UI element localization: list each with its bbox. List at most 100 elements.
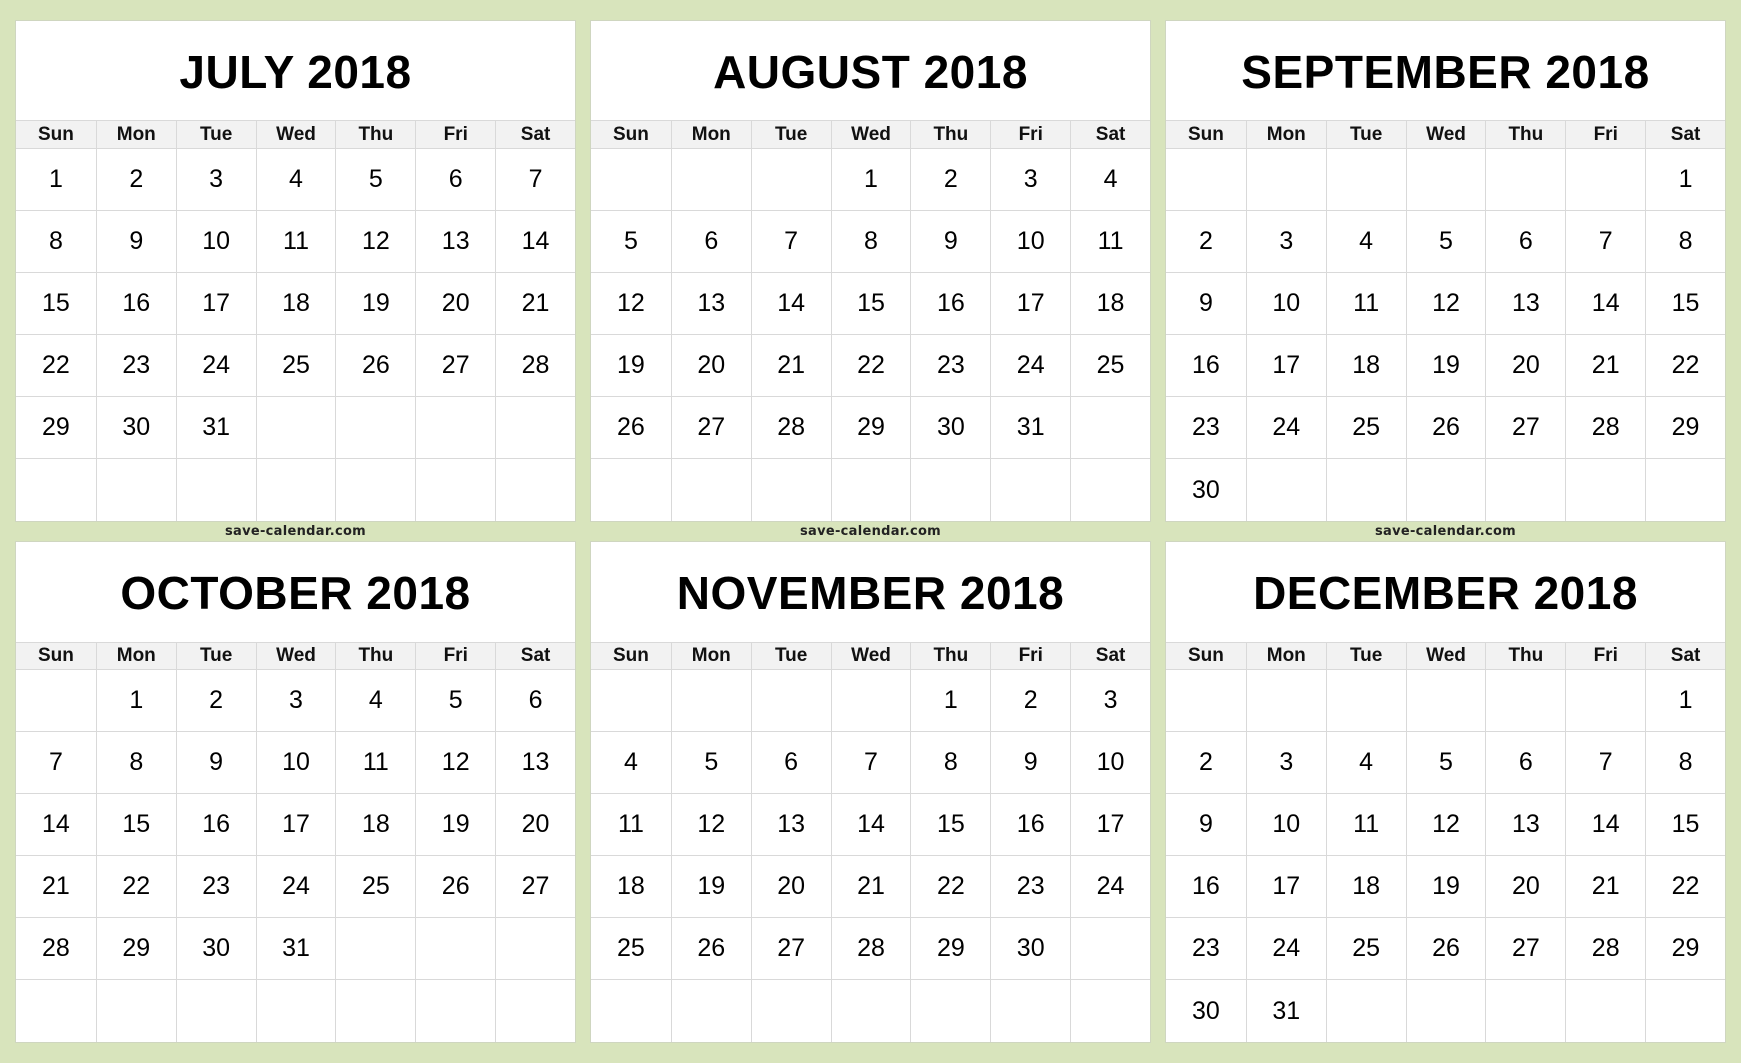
day-cell: 11 [1325,273,1406,335]
day-cell [1405,670,1486,732]
day-cell: 10 [1245,273,1326,335]
day-cell: 10 [255,732,336,794]
day-cell [830,670,911,732]
day-cell: 26 [1405,918,1486,980]
day-cell: 5 [591,211,671,273]
day-cell: 18 [591,856,671,918]
day-cell: 26 [335,335,416,397]
day-cell: 24 [1070,856,1150,918]
weekday-label: Thu [1485,121,1565,148]
day-cell: 19 [591,335,671,397]
weekday-header-row: Sun Mon Tue Wed Thu Fri Sat [16,120,575,149]
day-cell: 10 [175,211,256,273]
day-cell: 6 [670,211,751,273]
day-cell: 4 [591,732,671,794]
day-cell: 9 [175,732,256,794]
day-cell [1645,459,1725,521]
day-cell: 9 [1166,273,1246,335]
day-cell: 11 [255,211,336,273]
day-cell: 20 [1485,335,1566,397]
day-cell: 30 [175,918,256,980]
day-cell: 27 [415,335,496,397]
day-cell [990,980,1070,1042]
day-cell [175,459,256,521]
day-cell: 24 [1245,918,1326,980]
day-grid: 1 2 3 4 5 6 7 8 9 10 11 12 13 14 15 16 17 18 19 20 21 22 23 24 2… [591,149,1150,521]
day-cell: 19 [670,856,751,918]
day-cell: 30 [95,397,176,459]
day-cell: 17 [255,794,336,856]
month-calendar-august: AUGUST 2018 Sun Mon Tue Wed Thu Fri Sat 123456… [591,21,1150,521]
day-cell [910,980,990,1042]
footer-watermark: save-calendar.com [1374,524,1517,539]
day-cell [750,149,831,211]
day-cell: 31 [1245,980,1326,1042]
day-cell: 29 [830,397,911,459]
day-cell: 25 [1070,335,1150,397]
day-cell: 17 [1245,335,1326,397]
day-cell: 4 [255,149,336,211]
day-cell: 22 [16,335,96,397]
day-cell [591,149,671,211]
day-cell: 4 [1325,211,1406,273]
day-cell: 3 [255,670,336,732]
day-cell: 31 [255,918,336,980]
day-cell: 3 [1245,732,1326,794]
day-cell [16,670,96,732]
day-cell [1325,149,1406,211]
day-cell [1485,149,1566,211]
day-cell [415,918,496,980]
day-cell: 12 [591,273,671,335]
weekday-label: Tue [175,121,256,148]
day-cell [1405,459,1486,521]
day-cell: 17 [1245,856,1326,918]
day-cell: 2 [175,670,256,732]
day-cell: 1 [95,670,176,732]
day-cell [415,459,495,521]
day-cell: 22 [1645,335,1725,397]
day-cell: 20 [1485,856,1566,918]
day-cell: 18 [1325,856,1406,918]
day-cell: 16 [910,273,991,335]
day-cell: 27 [1485,397,1566,459]
weekday-header-row: Sun Mon Tue Wed Thu Fri Sat [16,642,575,670]
footer-watermark: save-calendar.com [224,524,367,539]
day-cell: 24 [255,856,336,918]
day-cell: 15 [1645,794,1725,856]
day-cell: 3 [1245,211,1326,273]
day-cell: 16 [175,794,256,856]
weekday-label: Fri [1565,121,1645,148]
day-cell: 8 [1645,211,1725,273]
weekday-label: Fri [415,121,495,148]
day-cell [1070,459,1150,521]
day-cell [830,459,911,521]
day-cell [990,459,1070,521]
day-cell: 30 [1192,475,1220,504]
weekday-label: Mon [95,121,176,148]
day-cell: 24 [1245,397,1326,459]
day-cell [335,980,415,1042]
day-cell: 8 [16,211,96,273]
month-calendar-november: NOVEMBER 2018 Sun Mon Tue Wed Thu Fri Sat 1234… [591,542,1150,1042]
day-cell: 24 [990,335,1071,397]
day-cell [1485,980,1565,1042]
weekday-label: Sun [37,645,74,666]
day-cell: 23 [1166,397,1246,459]
day-cell [415,397,496,459]
day-cell [495,918,575,980]
day-cell [255,980,336,1042]
month-title: SEPTEMBER 2018 [1241,45,1650,98]
day-cell: 8 [1645,732,1725,794]
day-cell: 9 [990,732,1071,794]
day-cell [495,980,575,1042]
day-cell [1565,149,1646,211]
day-cell [16,459,96,521]
day-cell [95,980,176,1042]
day-cell: 12 [415,732,496,794]
day-cell: 18 [1325,335,1406,397]
day-cell: 12 [1405,794,1486,856]
day-grid: 1 2 3 4 5 6 7 8 9 10 11 12 13 14 15 16 17 18 19 20 21 22 23 24 2… [1166,149,1725,521]
day-cell: 2 [910,149,991,211]
day-cell [750,459,831,521]
day-cell: 1 [830,149,911,211]
